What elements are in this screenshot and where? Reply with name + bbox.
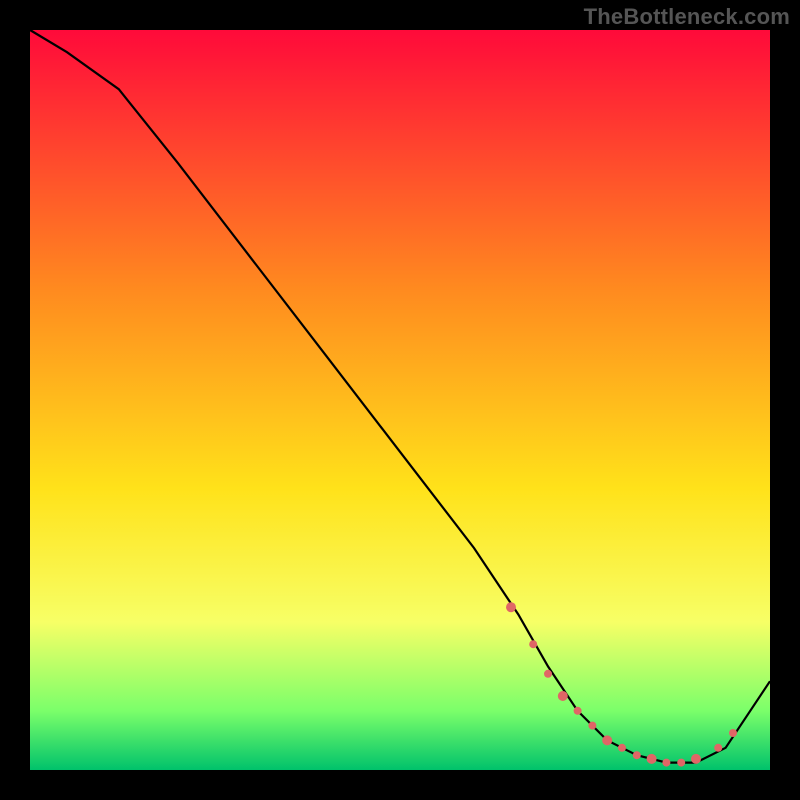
curve-marker [588,722,596,730]
curve-marker [558,691,568,701]
curve-marker [691,754,701,764]
curve-marker [714,744,722,752]
curve-marker [618,744,626,752]
curve-marker [677,759,685,767]
curve-marker [647,754,657,764]
curve-marker [529,640,537,648]
chart-stage: TheBottleneck.com [0,0,800,800]
curve-marker [662,759,670,767]
plot-background [30,30,770,770]
curve-marker [729,729,737,737]
curve-marker [574,707,582,715]
bottleneck-chart [0,0,800,800]
curve-marker [633,751,641,759]
curve-marker [602,735,612,745]
curve-marker [544,670,552,678]
curve-marker [506,602,516,612]
